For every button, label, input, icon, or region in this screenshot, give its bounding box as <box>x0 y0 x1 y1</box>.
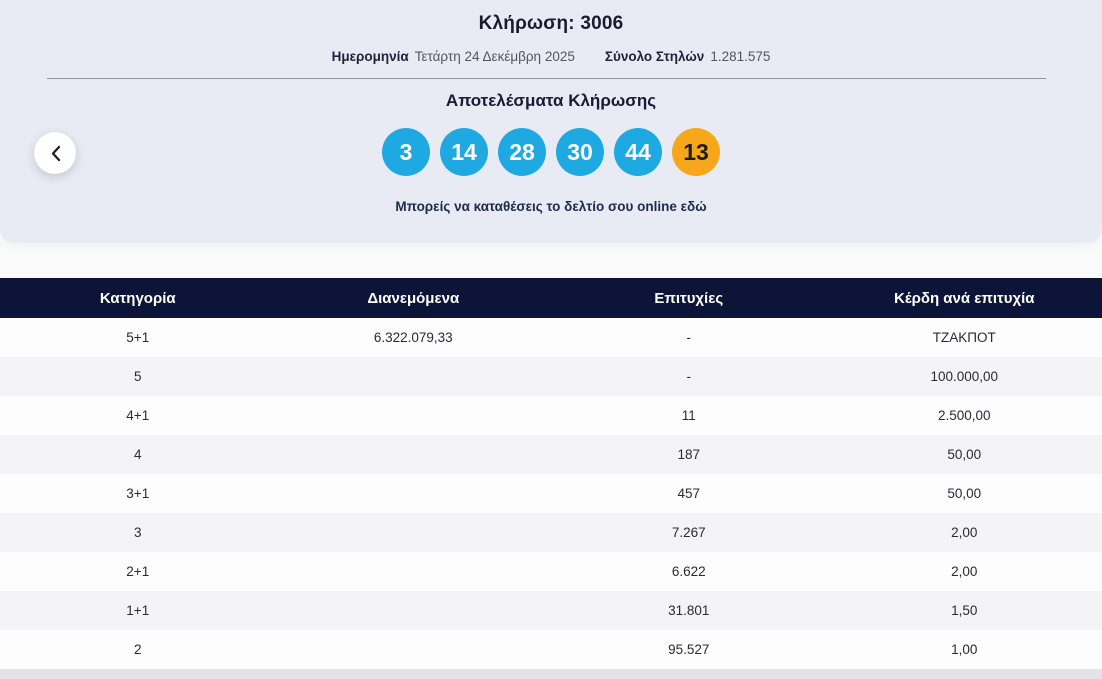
lottery-ball: 30 <box>556 128 604 176</box>
cell-winners: 457 <box>677 486 701 501</box>
cell-prize: 100.000,00 <box>930 369 999 384</box>
table-row: 2 95.527 1,00 <box>0 630 1102 669</box>
lottery-ball: 14 <box>440 128 488 176</box>
cell-winners: 95.527 <box>668 642 710 657</box>
table-row: 5+1 6.322.079,33 - ΤΖΑΚΠΟΤ <box>0 318 1102 357</box>
cell-category: 1+1 <box>126 603 150 618</box>
results-table: Κατηγορία Διανεμόμενα Επιτυχίες Κέρδη αν… <box>0 278 1102 679</box>
cell-category: 3 <box>133 525 142 540</box>
cell-category: 2 <box>133 642 142 657</box>
header-cell-distributed: Διανεμόμενα <box>367 289 460 307</box>
cell-category: 4 <box>133 447 142 462</box>
cell-winners: - <box>686 369 692 384</box>
hero-divider <box>47 78 1046 79</box>
table-row: 2+1 6.622 2,00 <box>0 552 1102 591</box>
total-columns: Σύνολο Στηλών 1.281.575 <box>605 49 771 64</box>
cell-winners: 6.622 <box>671 564 706 579</box>
results-heading: Αποτελέσματα Κλήρωσης <box>445 91 657 110</box>
draw-title: Κλήρωση: 3006 <box>478 13 624 34</box>
table-row: 3 7.267 2,00 <box>0 513 1102 552</box>
cell-prize: 2,00 <box>951 564 978 579</box>
table-row: 4+1 11 2.500,00 <box>0 396 1102 435</box>
cell-winners: 11 <box>681 408 696 423</box>
lottery-ball: 44 <box>614 128 662 176</box>
cell-category: 5+1 <box>126 330 150 345</box>
table-header-row: Κατηγορία Διανεμόμενα Επιτυχίες Κέρδη αν… <box>0 278 1102 318</box>
cell-winners: 31.801 <box>668 603 710 618</box>
header-cell-prize: Κέρδη ανά επιτυχία <box>894 289 1035 307</box>
cell-prize: ΤΖΑΚΠΟΤ <box>932 330 996 345</box>
cell-prize: 1,00 <box>951 642 978 657</box>
table-row: 3+1 457 50,00 <box>0 474 1102 513</box>
cell-distributed: 6.322.079,33 <box>373 330 453 345</box>
lottery-ball: 3 <box>382 128 430 176</box>
draw-date-value: Τετάρτη 24 Δεκέμβρη 2025 <box>414 49 575 64</box>
cell-winners: - <box>686 330 692 345</box>
table-row: 4 187 50,00 <box>0 435 1102 474</box>
draw-hero-section: Κλήρωση: 3006 Ημερομηνία Τετάρτη 24 Δεκέ… <box>0 0 1102 243</box>
bottom-strip <box>0 669 1102 679</box>
header-cell-category: Κατηγορία <box>99 289 176 307</box>
cell-prize: 2.500,00 <box>937 408 991 423</box>
cell-category: 4+1 <box>126 408 150 423</box>
hero-table-gap <box>0 243 1102 278</box>
cell-prize: 50,00 <box>947 447 982 462</box>
table-row: 5 - 100.000,00 <box>0 357 1102 396</box>
header-cell-winners: Επιτυχίες <box>654 289 724 307</box>
cell-prize: 50,00 <box>947 486 982 501</box>
cell-prize: 2,00 <box>951 525 978 540</box>
cell-category: 2+1 <box>126 564 150 579</box>
cell-prize: 1,50 <box>951 603 978 618</box>
total-columns-label: Σύνολο Στηλών <box>604 49 705 64</box>
table-row: 1+1 31.801 1,50 <box>0 591 1102 630</box>
draw-meta: Ημερομηνία Τετάρτη 24 Δεκέμβρη 2025 Σύνο… <box>0 49 1102 64</box>
draw-date: Ημερομηνία Τετάρτη 24 Δεκέμβρη 2025 <box>332 49 575 64</box>
chevron-left-icon <box>50 145 61 162</box>
lottery-ball: 28 <box>498 128 546 176</box>
cell-winners: 7.267 <box>671 525 706 540</box>
winning-numbers: 3 14 28 30 44 13 <box>0 128 1102 176</box>
table-body: 5+1 6.322.079,33 - ΤΖΑΚΠΟΤ 5 - 100.000,0… <box>0 318 1102 669</box>
cell-winners: 187 <box>677 447 701 462</box>
cell-category: 3+1 <box>126 486 150 501</box>
cell-category: 5 <box>133 369 142 384</box>
draw-date-label: Ημερομηνία <box>331 49 409 64</box>
previous-draw-button[interactable] <box>34 132 76 174</box>
online-deposit-link[interactable]: Μπορείς να καταθέσεις το δελτίο σου onli… <box>0 199 1102 214</box>
total-columns-value: 1.281.575 <box>710 49 771 64</box>
joker-ball: 13 <box>672 128 720 176</box>
